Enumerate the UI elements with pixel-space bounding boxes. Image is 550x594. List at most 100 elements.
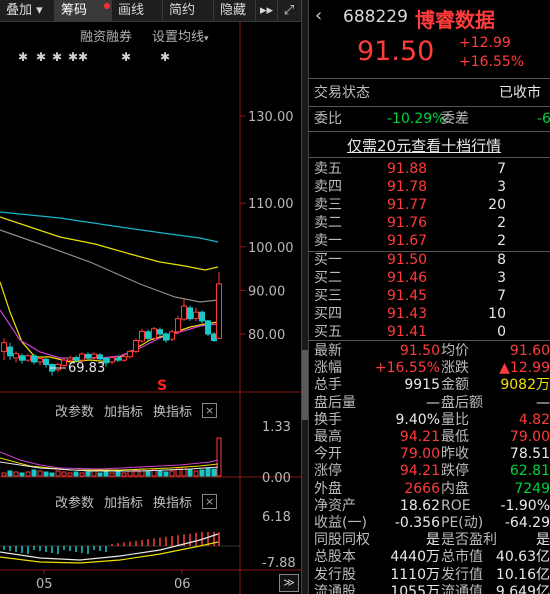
candle-body <box>175 318 181 333</box>
stat-value: 94.21 <box>399 429 440 445</box>
candle-body <box>121 356 127 361</box>
bid-level-row: 买一 91.50 8 <box>309 251 550 269</box>
draw-line-button[interactable]: 画线 <box>112 0 163 22</box>
stat-label: 同股同权 <box>314 532 370 549</box>
event-marker[interactable]: ✱ <box>160 50 170 64</box>
stat-label: 发行股 <box>314 566 356 583</box>
bid-volume: 7 <box>497 288 506 304</box>
add-indicator-button[interactable]: 加指标 <box>104 492 143 511</box>
macd-axis-label: 6.18 <box>262 510 291 525</box>
ask-level-label: 卖五 <box>314 161 342 177</box>
ask-price: 91.78 <box>387 179 428 195</box>
scroll-forward-button[interactable]: ≫ <box>279 574 299 592</box>
stat-label: 昨收 <box>441 446 469 463</box>
ma-5-line <box>0 281 219 363</box>
bid-volume: 0 <box>497 324 506 340</box>
stat-row: 总股本 4440万 总市值 40.63亿 <box>309 548 550 566</box>
price-change-percent: +16.55% <box>459 54 525 70</box>
price-axis-label: 90.00 <box>248 284 285 299</box>
price-axis-label: 130.00 <box>248 110 294 125</box>
set-ma-button[interactable]: 设置均线▾ <box>152 26 209 45</box>
event-marker[interactable]: ✱ <box>52 50 62 64</box>
close-icon[interactable]: × <box>202 493 218 509</box>
close-icon[interactable]: × <box>202 402 218 418</box>
price-axis-label: 110.00 <box>248 197 294 212</box>
change-params-button[interactable]: 改参数 <box>55 492 94 511</box>
volume-bar <box>211 468 217 477</box>
collapse-arrow-icon[interactable]: ‹ <box>315 5 322 26</box>
macd-dif-line <box>0 533 219 561</box>
stock-name[interactable]: 博睿数据 <box>415 4 495 33</box>
candle-body <box>199 311 205 322</box>
order-ratio-row: 委比 -10.29% 委差 -6 <box>309 110 550 128</box>
overlay-button[interactable]: 叠加 ▾ <box>0 0 55 22</box>
ask-volume: 7 <box>497 161 506 177</box>
more-tools-icon[interactable]: ▸▸ <box>256 0 278 22</box>
event-marker[interactable]: ✱ <box>36 50 46 64</box>
chart-toolbar: 叠加 ▾ 筹码 画线 简约 隐藏 ▸▸ ⤢ <box>0 0 301 22</box>
stat-value: 是 <box>536 532 550 549</box>
bid-volume: 8 <box>497 252 506 268</box>
volume-bar <box>187 469 193 477</box>
margin-trading-button[interactable]: 融资融券 <box>80 26 132 45</box>
stat-row: 外盘 2666 内盘 7249 <box>309 480 550 498</box>
bid-volume: 3 <box>497 270 506 286</box>
stat-value: 7249 <box>514 480 550 497</box>
kline-chart-pane[interactable]: 130.00 110.00 100.00 90.00 80.00 1.33 0.00 6.18… <box>0 0 301 594</box>
candle-body <box>85 353 91 359</box>
simple-mode-button[interactable]: 简约 <box>163 0 214 22</box>
candle-body <box>193 311 199 319</box>
stat-label: 发行值 <box>441 566 483 583</box>
volume-bar <box>216 437 222 477</box>
price-change: +12.99 <box>459 35 511 51</box>
divider-handle[interactable] <box>302 350 308 420</box>
volume-bar <box>55 470 61 477</box>
candle-body <box>55 364 61 371</box>
volume-bar <box>169 470 175 477</box>
volume-bar <box>205 467 211 477</box>
stat-value: 4440万 <box>390 549 440 566</box>
switch-indicator-button[interactable]: 换指标 <box>153 401 192 420</box>
volume-bar <box>31 469 37 477</box>
chips-button[interactable]: 筹码 <box>55 0 112 22</box>
add-indicator-button[interactable]: 加指标 <box>104 401 143 420</box>
volume-indicator-header: 改参数 加指标 换指标 × <box>55 400 218 420</box>
stat-value: 2666 <box>404 480 440 497</box>
event-marker[interactable]: ✱✱ <box>68 50 88 64</box>
order-ratio-value: -10.29% <box>387 111 446 127</box>
switch-indicator-button[interactable]: 换指标 <box>153 492 192 511</box>
volume-bar <box>163 471 169 477</box>
stat-value: -0.356 <box>394 515 440 531</box>
ask-level-label: 卖三 <box>314 197 342 213</box>
order-ratio-label: 委比 <box>314 111 342 127</box>
candle-body <box>43 358 49 366</box>
event-marker[interactable]: ✱ <box>18 50 28 64</box>
bid-price: 91.43 <box>387 306 428 322</box>
candle-body <box>91 353 97 359</box>
price-axis-label: 100.00 <box>248 241 294 256</box>
candle-body <box>127 350 133 358</box>
bid-level-label: 买五 <box>314 324 342 340</box>
candle-body <box>7 346 13 357</box>
ask-volume: 3 <box>497 179 506 195</box>
candle-body <box>211 333 217 342</box>
stat-row: 盘后量 — 盘后额 — <box>309 394 550 412</box>
stat-row: 流通股 1055万 流通值 9.649亿 <box>309 583 550 594</box>
pane-divider[interactable] <box>301 0 309 594</box>
trade-status-label: 交易状态 <box>314 85 370 101</box>
volume-bar <box>73 471 79 477</box>
stat-row: 最高 94.21 最低 79.00 <box>309 428 550 446</box>
hide-button[interactable]: 隐藏 <box>214 0 256 22</box>
event-marker[interactable]: ✱ <box>121 50 131 64</box>
level2-promo-link[interactable]: 仅需20元查看十档行情 <box>347 135 501 156</box>
stat-row: 同股同权是是否盈利是 <box>309 531 550 549</box>
stat-label: 最新 <box>314 343 342 359</box>
stat-value: 40.63亿 <box>495 549 550 566</box>
stat-row: 涨停 94.21 跌停 62.81 <box>309 462 550 480</box>
change-params-button[interactable]: 改参数 <box>55 401 94 420</box>
ask-level-row: 卖一 91.67 2 <box>309 232 550 250</box>
volume-bar <box>115 471 121 477</box>
stat-row: 收益(一) -0.356 PE(动) -64.29 <box>309 514 550 532</box>
fullscreen-icon[interactable]: ⤢ <box>278 0 300 22</box>
volume-bar <box>13 471 19 477</box>
